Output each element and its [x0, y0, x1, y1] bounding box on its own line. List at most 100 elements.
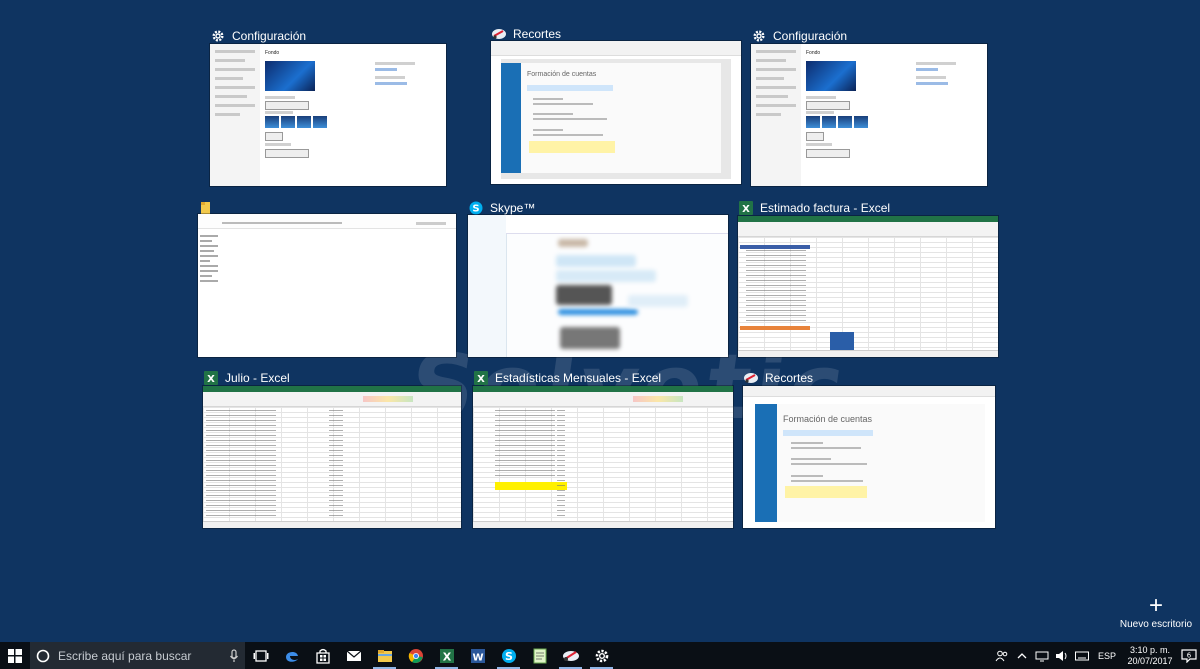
document-heading: Formación de cuentas [527, 71, 597, 78]
network-icon[interactable] [1034, 642, 1050, 669]
window-header: X Julio - Excel [203, 368, 290, 388]
gear-icon [751, 28, 767, 44]
chrome-icon [408, 648, 423, 663]
window-title: Estadísticas Mensuales - Excel [495, 371, 662, 385]
svg-text:X: X [207, 374, 215, 385]
chevron-up-icon[interactable] [1014, 642, 1030, 669]
svg-text:W: W [472, 652, 483, 663]
taskbar-file-explorer[interactable] [369, 642, 400, 669]
gear-icon [210, 28, 226, 44]
excel-icon: X [473, 370, 489, 386]
settings-section-title: Fondo [265, 50, 280, 56]
store-icon [315, 648, 330, 664]
svg-text:X: X [477, 374, 485, 385]
settings-sidebar [210, 44, 260, 186]
settings-icon [595, 649, 608, 662]
volume-icon[interactable] [1054, 642, 1070, 669]
action-center-button[interactable]: 6 [1178, 642, 1200, 669]
window-estadisticas-mensuales[interactable]: X Estadísticas Mensuales - Excel [473, 368, 733, 528]
svg-text:S: S [505, 650, 513, 663]
new-desktop-label: Nuevo escritorio [1119, 619, 1193, 630]
snipping-tool-icon [491, 26, 507, 42]
window-julio-excel[interactable]: X Julio - Excel [203, 368, 461, 528]
plus-icon: + [1148, 592, 1163, 619]
skype-icon: S [468, 200, 484, 216]
window-preview[interactable] [198, 214, 456, 357]
clock-date: 20/07/2017 [1127, 655, 1173, 666]
edge-icon [285, 651, 298, 662]
clock[interactable]: 3:10 p. m. 20/07/2017 [1122, 645, 1178, 667]
notepad-icon [533, 648, 546, 663]
taskbar-store[interactable] [307, 642, 338, 669]
window-configuracion-2[interactable]: Configuración Fondo [751, 26, 987, 186]
taskbar-word[interactable]: W [462, 642, 493, 669]
snipping-tool-icon [562, 650, 579, 661]
task-view-icon [253, 649, 268, 662]
snipping-tool-icon [743, 370, 759, 386]
window-preview[interactable] [203, 386, 461, 528]
window-header: Configuración [751, 26, 847, 46]
window-recortes-2[interactable]: Recortes Formación de cuentas [743, 368, 995, 528]
window-header: Recortes [743, 368, 813, 388]
taskbar-mail[interactable] [338, 642, 369, 669]
skype-icon: S [501, 648, 516, 663]
document-heading: Formación de cuentas [783, 414, 873, 424]
svg-text:X: X [442, 650, 451, 663]
keyboard-icon[interactable] [1074, 642, 1090, 669]
window-recortes-1[interactable]: Recortes Formación de cuentas [491, 24, 741, 184]
window-title: Configuración [773, 29, 848, 43]
people-icon[interactable] [994, 642, 1010, 669]
file-explorer-icon [377, 649, 392, 662]
cortana-icon [36, 649, 50, 662]
taskbar-excel[interactable]: X [431, 642, 462, 669]
background-preview [265, 61, 315, 91]
settings-section-title: Fondo [806, 50, 821, 56]
svg-text:X: X [742, 204, 750, 215]
search-placeholder: Escribe aquí para buscar [58, 648, 192, 663]
taskbar-settings[interactable] [586, 642, 617, 669]
clock-time: 3:10 p. m. [1129, 644, 1171, 655]
window-preview[interactable]: Formación de cuentas [743, 386, 995, 528]
taskbar-snipping-tool[interactable] [555, 642, 586, 669]
window-preview[interactable] [473, 386, 733, 528]
input-language[interactable]: ESP [1098, 651, 1116, 661]
window-preview[interactable] [468, 215, 728, 357]
search-box[interactable]: Escribe aquí para buscar [30, 642, 245, 669]
taskbar-edge[interactable] [276, 642, 307, 669]
system-tray: ESP 3:10 p. m. 20/07/2017 6 [992, 642, 1200, 669]
window-title: Julio - Excel [225, 371, 290, 385]
taskbar: Escribe aquí para buscar X W S ESP 3:10 … [0, 642, 1200, 669]
window-preview[interactable]: Fondo [751, 44, 987, 186]
microphone-icon [230, 648, 238, 662]
window-title: Skype™ [490, 201, 536, 215]
notification-icon: 6 [1181, 648, 1197, 663]
window-estimado-factura[interactable]: X Estimado factura - Excel [738, 198, 998, 358]
window-header: X Estadísticas Mensuales - Excel [473, 368, 661, 388]
new-desktop-button[interactable]: + Nuevo escritorio [1118, 592, 1194, 631]
window-preview[interactable]: Formación de cuentas [491, 41, 741, 184]
task-view-button[interactable] [245, 642, 276, 669]
window-skype[interactable]: S Skype™ [468, 198, 728, 358]
window-title: Configuración [232, 29, 307, 43]
window-header: X Estimado factura - Excel [738, 198, 890, 218]
word-icon: W [470, 648, 485, 663]
mail-icon [346, 650, 361, 661]
window-title: Recortes [513, 27, 562, 41]
taskbar-notepad[interactable] [524, 642, 555, 669]
window-title: Recortes [765, 371, 814, 385]
svg-text:S: S [472, 204, 479, 215]
window-preview[interactable] [738, 216, 998, 357]
window-header: Configuración [210, 26, 306, 46]
notification-count: 6 [1187, 651, 1192, 659]
excel-icon: X [738, 200, 754, 216]
start-button[interactable] [0, 642, 30, 669]
taskbar-skype[interactable]: S [493, 642, 524, 669]
taskbar-chrome[interactable] [400, 642, 431, 669]
window-preview[interactable]: Fondo [210, 44, 446, 186]
excel-icon: X [439, 648, 454, 663]
windows-logo-icon [8, 648, 22, 663]
window-explorer[interactable] [198, 198, 456, 358]
window-title: Estimado factura - Excel [760, 201, 891, 215]
window-configuracion-1[interactable]: Configuración Fondo [210, 26, 446, 186]
excel-icon: X [203, 370, 219, 386]
